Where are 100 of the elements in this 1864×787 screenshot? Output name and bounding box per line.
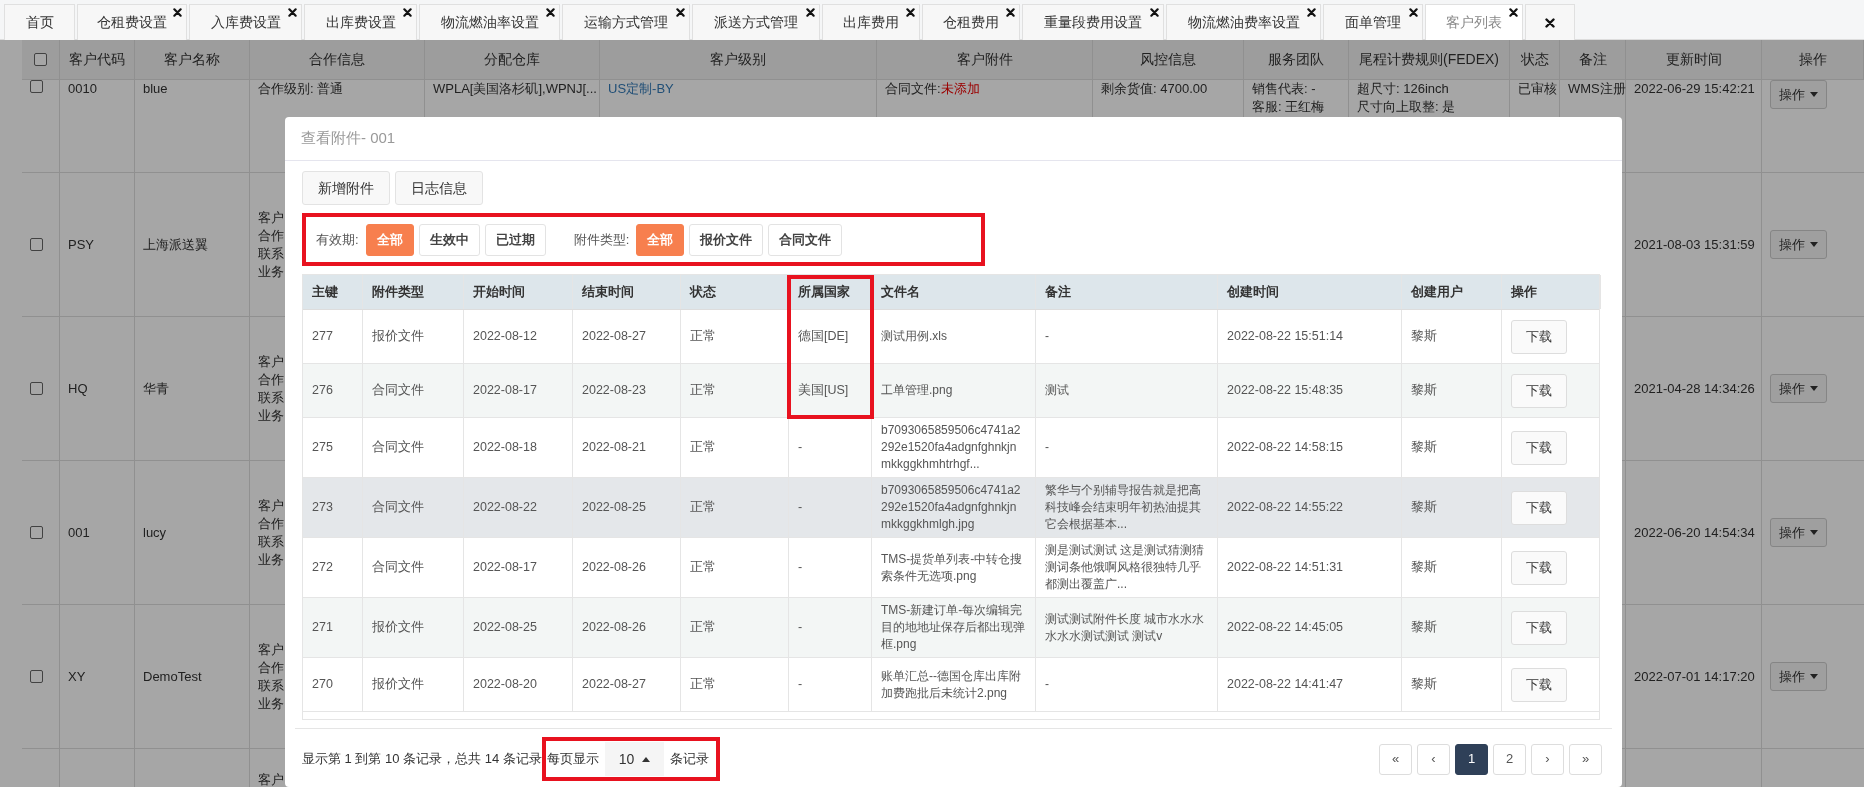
- end-date-cell: 2022-08-25: [582, 499, 646, 516]
- close-all-tab[interactable]: [1525, 4, 1575, 40]
- download-button[interactable]: 下载: [1511, 667, 1567, 702]
- tab[interactable]: 物流燃油费率设置: [1166, 4, 1321, 40]
- action-dropdown-button[interactable]: 操作: [1770, 374, 1827, 403]
- page-size-label: 每页显示: [546, 750, 599, 769]
- tab[interactable]: 出库费设置: [304, 4, 417, 40]
- download-button[interactable]: 下载: [1511, 319, 1567, 354]
- close-icon[interactable]: [1150, 8, 1159, 17]
- tab[interactable]: 仓租费设置: [77, 4, 187, 40]
- start-date-cell: 2022-08-17: [473, 559, 537, 576]
- created-time-cell: 2022-08-22 14:51:31: [1227, 559, 1344, 576]
- toolbar-button[interactable]: 新增附件: [302, 171, 390, 205]
- download-button[interactable]: 下载: [1511, 373, 1567, 408]
- id-cell: 276: [312, 382, 333, 399]
- remark-cell-text: 测试测试附件长度 城市水水水水水水测试测试 测试v: [1045, 610, 1206, 645]
- column-header: 分配仓库: [484, 50, 540, 69]
- tab[interactable]: 派送方式管理: [692, 4, 820, 40]
- start-date-cell: 2022-08-22: [473, 499, 537, 516]
- remark-cell: -: [1045, 328, 1049, 345]
- customer-name: lucy: [143, 523, 167, 542]
- id-cell: 275: [312, 439, 333, 456]
- records-summary: 显示第 1 到第 10 条记录，总共 14 条记录: [302, 750, 542, 769]
- checkbox[interactable]: [30, 238, 43, 251]
- close-icon[interactable]: [806, 8, 815, 17]
- checkbox[interactable]: [30, 526, 43, 539]
- updated-time: 2022-06-20 14:54:34: [1634, 523, 1755, 542]
- checkbox[interactable]: [30, 670, 43, 683]
- column-header: 附件类型: [372, 283, 424, 302]
- action-dropdown-button[interactable]: 操作: [1770, 80, 1827, 109]
- page-size-suffix: 条记录: [670, 750, 711, 769]
- start-date-cell: 2022-08-25: [473, 619, 537, 636]
- close-icon[interactable]: [1006, 8, 1015, 17]
- tab[interactable]: 仓租费用: [922, 4, 1020, 40]
- filter-option[interactable]: 报价文件: [689, 223, 764, 256]
- close-icon[interactable]: [546, 8, 555, 17]
- column-header: 客户代码: [69, 50, 125, 69]
- column-header: 备注: [1578, 50, 1607, 69]
- column-header: 客户附件: [956, 50, 1013, 69]
- pagination-button[interactable]: ‹: [1417, 743, 1450, 775]
- close-icon[interactable]: [1307, 8, 1316, 17]
- country-cell: 德国[DE]: [798, 328, 849, 345]
- page-size-dropdown[interactable]: 10: [604, 742, 665, 776]
- tab[interactable]: 客户列表: [1425, 4, 1523, 40]
- close-icon[interactable]: [1509, 8, 1518, 17]
- country-cell: -: [798, 439, 803, 456]
- action-dropdown-button[interactable]: 操作: [1770, 518, 1827, 547]
- filter-option[interactable]: 生效中: [418, 223, 480, 256]
- pagination-button[interactable]: 2: [1493, 743, 1526, 775]
- customer-code: 001: [68, 523, 90, 542]
- cell-text-line: 尺寸向上取整: 是: [1357, 98, 1456, 116]
- download-button[interactable]: 下载: [1511, 610, 1567, 645]
- status-cell: 正常: [690, 559, 716, 576]
- caret-icon: [1810, 92, 1818, 97]
- tab[interactable]: 重量段费用设置: [1022, 4, 1164, 40]
- close-icon[interactable]: [173, 8, 182, 17]
- toolbar-button[interactable]: 日志信息: [395, 171, 483, 205]
- column-header: 操作: [1798, 50, 1827, 69]
- updated-time: 2021-08-03 15:31:59: [1634, 235, 1755, 254]
- tab[interactable]: 入库费设置: [189, 4, 302, 40]
- attachment-status: 合同文件:未添加: [885, 80, 980, 98]
- checkbox[interactable]: [30, 80, 43, 93]
- close-icon[interactable]: [906, 8, 915, 17]
- tab[interactable]: 物流燃油率设置: [419, 4, 560, 40]
- customer-level-link[interactable]: US定制-BY: [608, 80, 674, 98]
- end-date-cell: 2022-08-21: [582, 439, 646, 456]
- cell-text-line: 销售代表: -: [1252, 80, 1316, 98]
- tab[interactable]: 出库费用: [822, 4, 920, 40]
- file-name-cell: 工单管理.png: [881, 382, 953, 399]
- action-dropdown-button[interactable]: 操作: [1770, 230, 1827, 259]
- pagination-button[interactable]: »: [1569, 743, 1602, 775]
- download-button[interactable]: 下载: [1511, 430, 1567, 465]
- end-date-cell: 2022-08-26: [582, 619, 646, 636]
- tab[interactable]: 运输方式管理: [562, 4, 690, 40]
- close-icon[interactable]: [676, 8, 685, 17]
- close-icon[interactable]: [1545, 17, 1555, 28]
- tab[interactable]: 面单管理: [1323, 4, 1423, 40]
- download-button[interactable]: 下载: [1511, 490, 1567, 525]
- user-cell: 黎斯: [1411, 439, 1437, 456]
- pagination-button[interactable]: 1: [1455, 743, 1488, 775]
- column-header: 客户级别: [710, 50, 766, 69]
- tab[interactable]: 首页: [4, 4, 75, 40]
- filter-option[interactable]: 合同文件: [768, 223, 843, 256]
- status-cell: 正常: [690, 499, 716, 516]
- status-cell: 正常: [690, 328, 716, 345]
- id-cell: 272: [312, 559, 333, 576]
- cell-text-line: 客户: [258, 771, 284, 787]
- filter-option[interactable]: 已过期: [484, 223, 546, 256]
- download-button[interactable]: 下载: [1511, 550, 1567, 585]
- type-cell: 报价文件: [372, 619, 424, 636]
- pagination-button[interactable]: «: [1379, 743, 1412, 775]
- column-header: 更新时间: [1665, 50, 1722, 69]
- select-all-checkbox[interactable]: [34, 53, 47, 66]
- file-name-cell: 测试用例.xls: [881, 328, 947, 345]
- checkbox[interactable]: [30, 382, 43, 395]
- close-icon[interactable]: [403, 8, 412, 17]
- pagination-button[interactable]: ›: [1531, 743, 1564, 775]
- close-icon[interactable]: [1409, 8, 1418, 17]
- close-icon[interactable]: [288, 8, 297, 17]
- action-dropdown-button[interactable]: 操作: [1770, 662, 1827, 691]
